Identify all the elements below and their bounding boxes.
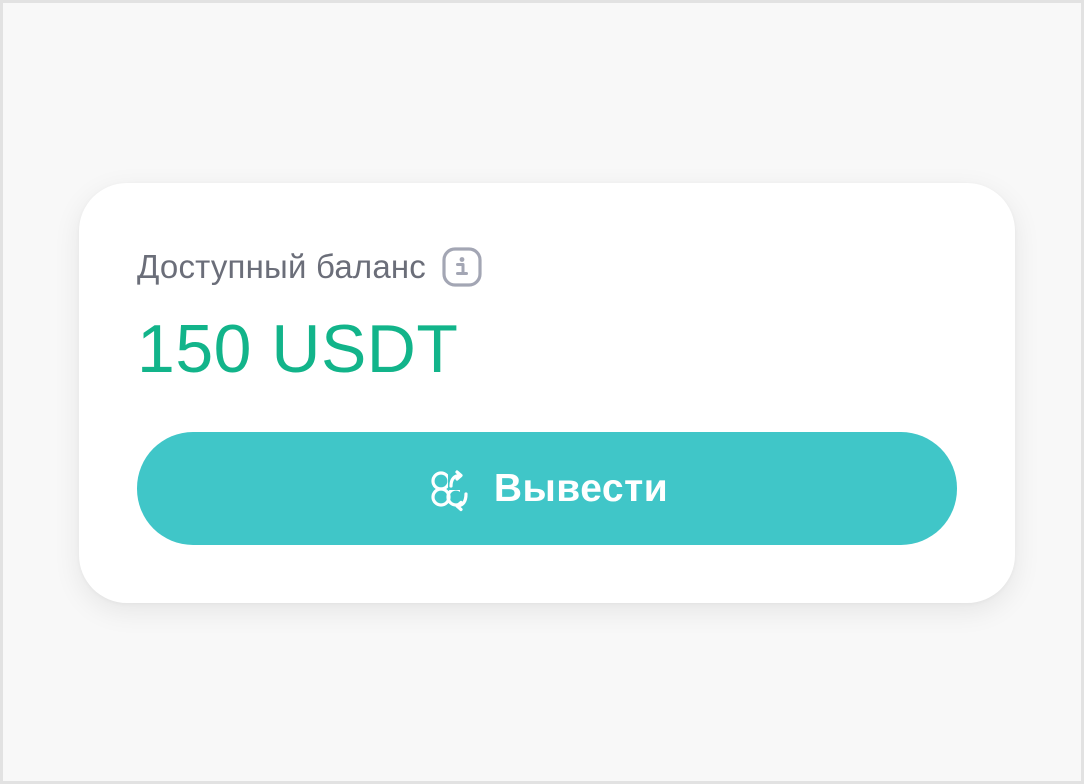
- available-balance-label: Доступный баланс: [137, 248, 427, 285]
- withdraw-button[interactable]: Вывести: [137, 432, 957, 545]
- withdraw-button-label: Вывести: [493, 466, 669, 510]
- page-background: Доступный баланс 150 USDT Вывести: [0, 0, 1084, 784]
- info-icon[interactable]: [442, 247, 482, 287]
- balance-amount: 150 USDT: [137, 311, 459, 387]
- balance-card: Доступный баланс 150 USDT Вывести: [79, 183, 1015, 603]
- exchange-icon: [426, 466, 472, 512]
- balance-label-row: Доступный баланс: [137, 247, 482, 287]
